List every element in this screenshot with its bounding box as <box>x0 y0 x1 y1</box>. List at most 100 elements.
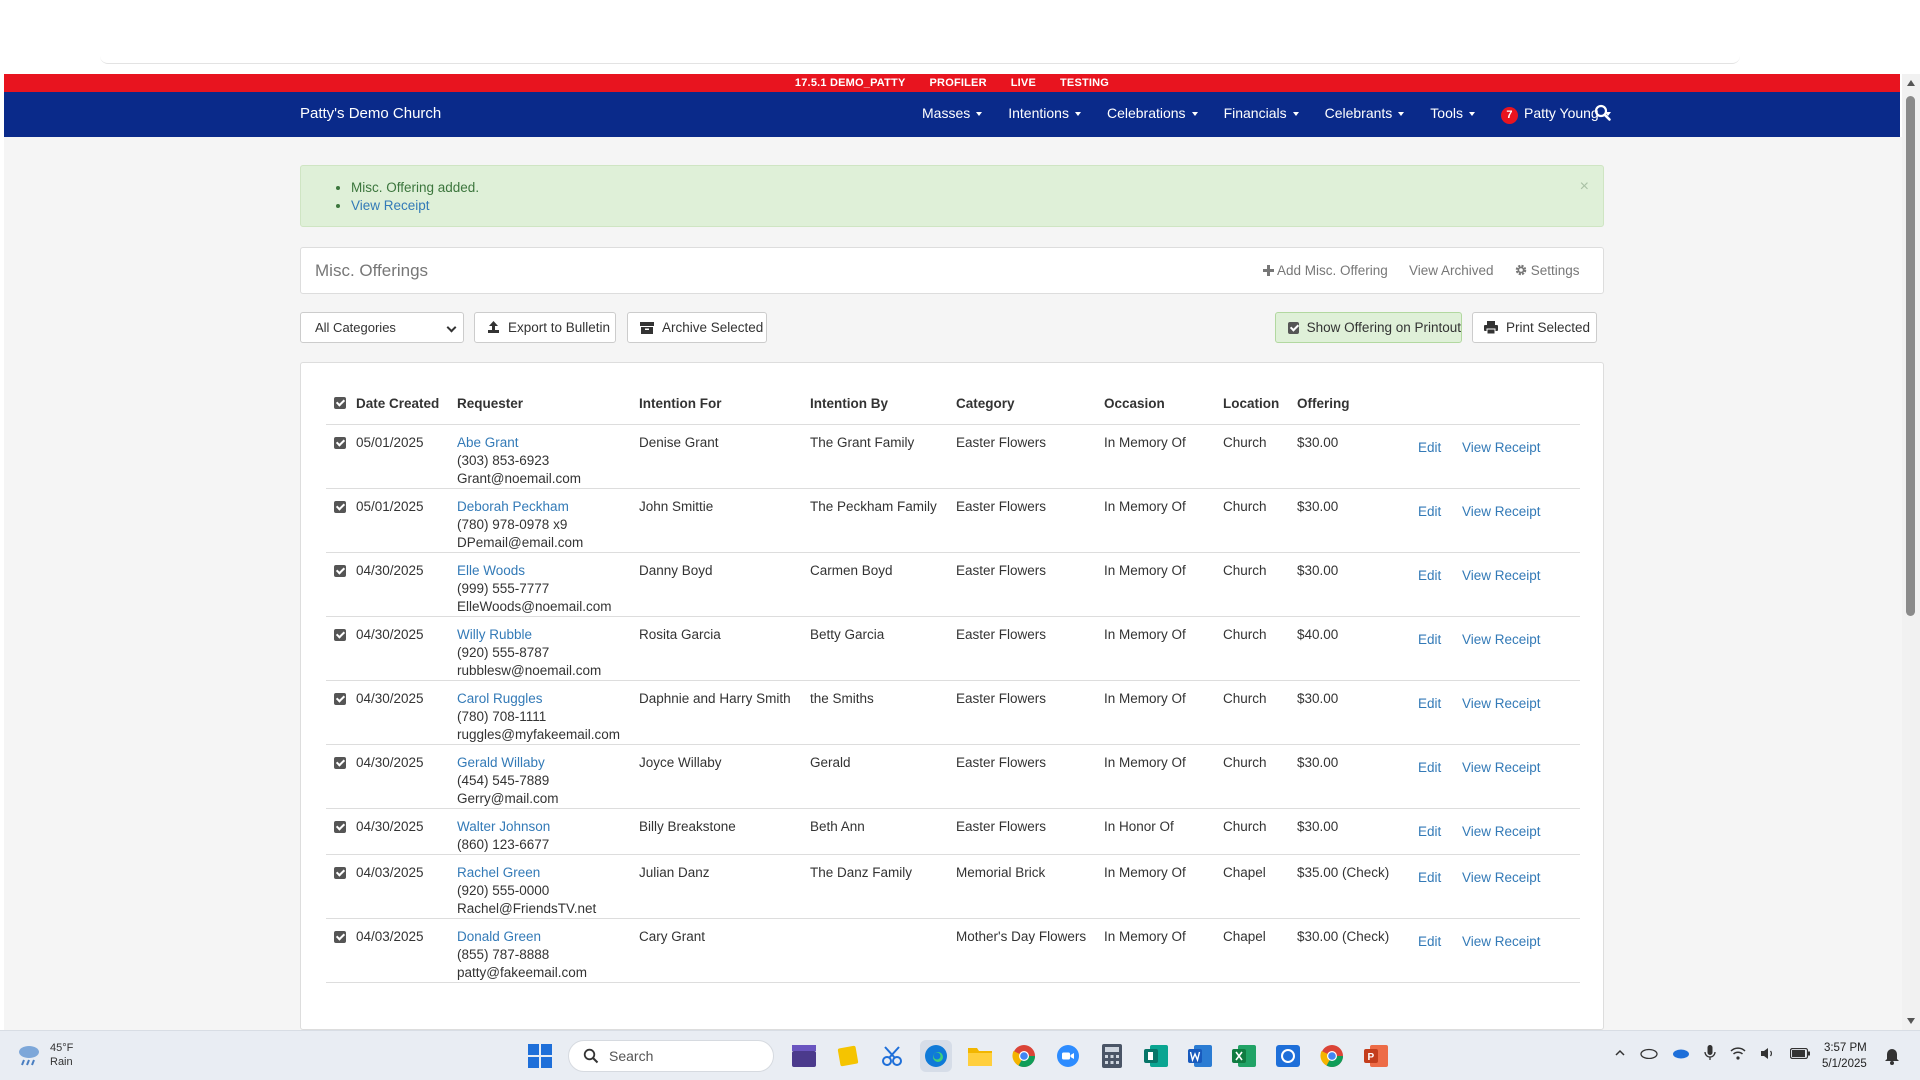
column-header[interactable]: Occasion <box>1104 383 1223 425</box>
taskbar-chrome-profile-app[interactable] <box>1316 1040 1348 1072</box>
taskbar-calculator-app[interactable] <box>1096 1040 1128 1072</box>
microphone-icon[interactable] <box>1704 1045 1716 1061</box>
edit-link[interactable]: Edit <box>1418 440 1441 455</box>
windows-logo-icon <box>528 1044 552 1068</box>
taskbar-powerpoint-app[interactable]: P <box>1360 1040 1392 1072</box>
edge-browser-icon <box>925 1045 947 1067</box>
edit-link[interactable]: Edit <box>1418 504 1441 519</box>
taskbar-search-box[interactable]: Search <box>568 1040 774 1072</box>
export-to-bulletin-button[interactable]: Export to Bulletin <box>474 312 616 343</box>
scroll-down-icon[interactable] <box>1907 1018 1915 1024</box>
brand-link[interactable]: Patty's Demo Church <box>300 105 441 122</box>
taskbar-word-app[interactable] <box>1184 1040 1216 1072</box>
chevron-up-icon[interactable] <box>1614 1047 1626 1059</box>
wifi-icon[interactable] <box>1730 1046 1746 1060</box>
requester-link[interactable]: Deborah Peckham <box>457 499 569 514</box>
row-checkbox[interactable] <box>334 692 346 705</box>
edit-link[interactable]: Edit <box>1418 632 1441 647</box>
onedrive-cloud-icon[interactable] <box>1640 1047 1658 1059</box>
notification-bell-icon[interactable] <box>1884 1047 1900 1065</box>
requester-link[interactable]: Abe Grant <box>457 435 519 450</box>
weather-widget[interactable]: 45°F Rain <box>16 1041 73 1069</box>
view-receipt-link[interactable]: View Receipt <box>1462 632 1541 647</box>
nav-celebrants[interactable]: Celebrants <box>1325 105 1405 124</box>
show-offering-toggle[interactable]: Show Offering on Printout <box>1275 312 1462 343</box>
nav-masses[interactable]: Masses <box>922 105 983 124</box>
calculator-icon <box>1102 1044 1122 1068</box>
alert-view-receipt-link[interactable]: View Receipt <box>351 198 430 213</box>
view-receipt-link[interactable]: View Receipt <box>1462 870 1541 885</box>
settings-link[interactable]: Settings <box>1515 263 1580 278</box>
column-header[interactable]: Requester <box>457 383 639 425</box>
nav-tools[interactable]: Tools <box>1430 105 1475 124</box>
edit-link[interactable]: Edit <box>1418 760 1441 775</box>
scrollbar-thumb[interactable] <box>1906 96 1915 616</box>
requester-link[interactable]: Gerald Willaby <box>457 755 545 770</box>
requester-phone: (303) 853-6923 <box>457 452 550 468</box>
column-header[interactable]: Offering <box>1297 383 1418 425</box>
print-selected-button[interactable]: Print Selected <box>1472 312 1597 343</box>
scroll-up-icon[interactable] <box>1907 80 1915 86</box>
nav-financials[interactable]: Financials <box>1224 105 1299 124</box>
edit-link[interactable]: Edit <box>1418 934 1441 949</box>
column-header[interactable]: Location <box>1223 383 1297 425</box>
close-icon[interactable]: × <box>1580 178 1589 196</box>
archive-selected-button[interactable]: Archive Selected <box>627 312 767 343</box>
category-select[interactable]: All Categories <box>300 312 464 343</box>
taskbar-remote-app[interactable] <box>1272 1040 1304 1072</box>
battery-icon[interactable] <box>1790 1047 1810 1059</box>
volume-icon[interactable] <box>1760 1047 1776 1060</box>
taskbar-edge-app[interactable] <box>920 1040 952 1072</box>
view-receipt-link[interactable]: View Receipt <box>1462 696 1541 711</box>
taskbar-clapper-app[interactable] <box>788 1040 820 1072</box>
edit-link[interactable]: Edit <box>1418 824 1441 839</box>
view-receipt-link[interactable]: View Receipt <box>1462 568 1541 583</box>
taskbar-explorer-app[interactable] <box>964 1040 996 1072</box>
requester-link[interactable]: Donald Green <box>457 929 541 944</box>
requester-link[interactable]: Willy Rubble <box>457 627 532 642</box>
row-checkbox[interactable] <box>334 866 346 879</box>
row-checkbox[interactable] <box>334 930 346 943</box>
nav-celebrations[interactable]: Celebrations <box>1107 105 1198 124</box>
row-checkbox[interactable] <box>334 628 346 641</box>
row-checkbox[interactable] <box>334 756 346 769</box>
view-receipt-link[interactable]: View Receipt <box>1462 824 1541 839</box>
column-header[interactable]: Intention By <box>810 383 956 425</box>
start-button[interactable] <box>524 1040 556 1072</box>
taskbar-excel-app[interactable] <box>1228 1040 1260 1072</box>
row-checkbox[interactable] <box>334 436 346 449</box>
column-header[interactable]: Intention For <box>639 383 810 425</box>
add-misc-offering-link[interactable]: Add Misc. Offering <box>1263 263 1388 278</box>
view-receipt-link[interactable]: View Receipt <box>1462 504 1541 519</box>
search-icon[interactable] <box>1594 104 1612 122</box>
onedrive-sync-icon[interactable] <box>1672 1047 1690 1059</box>
taskbar-zoom-app[interactable] <box>1052 1040 1084 1072</box>
taskbar-chrome-app[interactable] <box>1008 1040 1040 1072</box>
column-header[interactable]: Category <box>956 383 1104 425</box>
view-receipt-link[interactable]: View Receipt <box>1462 760 1541 775</box>
edit-link[interactable]: Edit <box>1418 696 1441 711</box>
view-receipt-link[interactable]: View Receipt <box>1462 440 1541 455</box>
row-checkbox[interactable] <box>334 820 346 833</box>
taskbar-publisher-app[interactable] <box>1140 1040 1172 1072</box>
view-receipt-link[interactable]: View Receipt <box>1462 934 1541 949</box>
taskbar-clock[interactable]: 3:57 PM 5/1/2025 <box>1822 1040 1867 1072</box>
sticky-notes-icon <box>837 1045 859 1067</box>
edit-link[interactable]: Edit <box>1418 568 1441 583</box>
edit-link[interactable]: Edit <box>1418 870 1441 885</box>
requester-link[interactable]: Carol Ruggles <box>457 691 543 706</box>
requester-link[interactable]: Elle Woods <box>457 563 525 578</box>
row-checkbox[interactable] <box>334 564 346 577</box>
taskbar-notes-app[interactable] <box>832 1040 864 1072</box>
page-scrollbar[interactable] <box>1902 74 1920 1030</box>
row-checkbox[interactable] <box>334 500 346 513</box>
date-cell: 04/30/2025 <box>356 808 457 855</box>
requester-link[interactable]: Walter Johnson <box>457 819 550 834</box>
select-all-checkbox[interactable] <box>334 397 346 410</box>
taskbar-snip-app[interactable] <box>876 1040 908 1072</box>
nav-intentions[interactable]: Intentions <box>1008 105 1081 124</box>
table-row: 04/03/2025 Donald Green (855) 787-8888 patt… <box>326 918 1580 983</box>
requester-link[interactable]: Rachel Green <box>457 865 540 880</box>
view-archived-link[interactable]: View Archived <box>1409 263 1494 278</box>
column-header[interactable]: Date Created <box>356 383 457 425</box>
